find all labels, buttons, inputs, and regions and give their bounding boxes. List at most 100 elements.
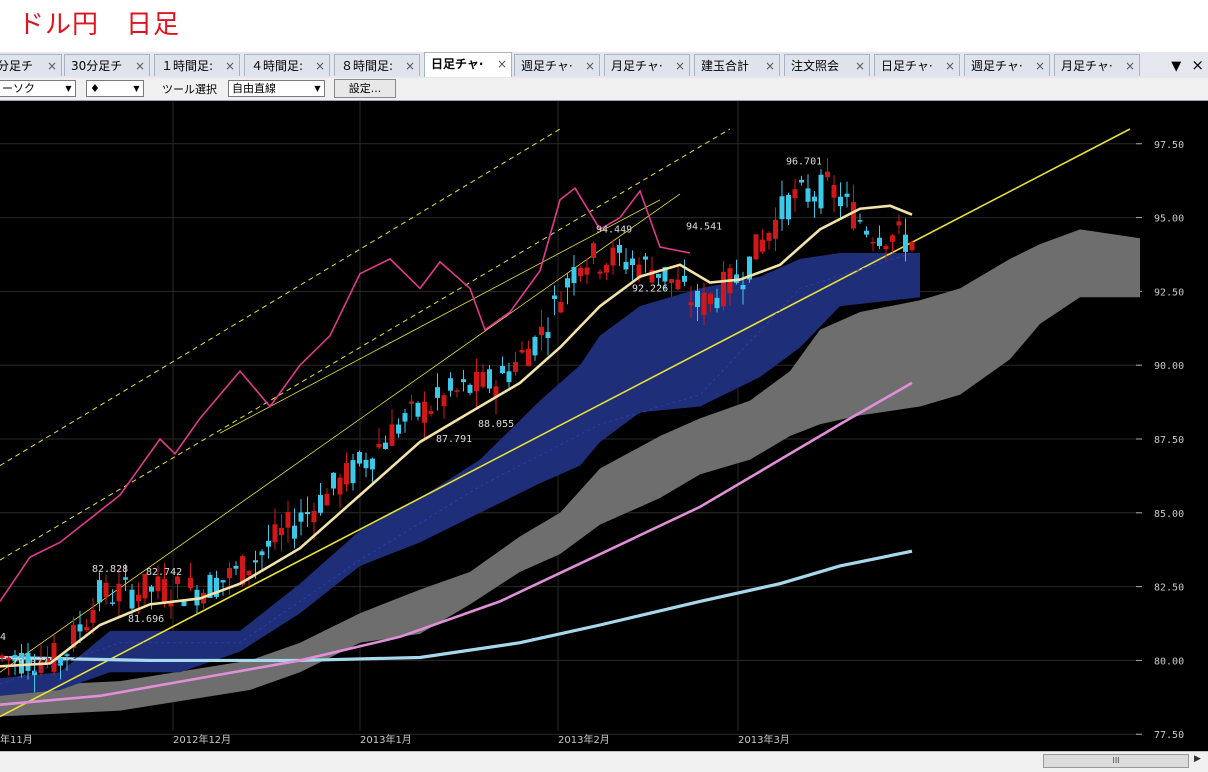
tab-label: 月足チャ· (1061, 59, 1113, 73)
candle-down (350, 460, 356, 484)
tab-close-icon[interactable]: × (1035, 55, 1045, 76)
candle-down (623, 261, 629, 270)
tab-chart-3[interactable]: ４時間足: × (244, 54, 330, 76)
price-annotation: 92.226 (632, 283, 668, 294)
candle-up (246, 570, 252, 575)
tab-chart-10[interactable]: 日足チャ· × (874, 54, 960, 76)
candle-up (766, 233, 772, 241)
tab-chart-4[interactable]: ８時間足: × (334, 54, 420, 76)
tab-close-icon[interactable]: × (765, 55, 775, 76)
tab-close-icon[interactable]: × (675, 55, 685, 76)
candle-down (714, 297, 720, 309)
chart-type-value: ーソク (2, 82, 35, 95)
scrollbar-thumb[interactable]: III (1043, 754, 1189, 768)
candle-down (298, 512, 304, 522)
drawing-tool-select[interactable]: 自由直線 ▼ (228, 80, 325, 97)
candle-up (591, 243, 596, 258)
tab-list-arrow-icon[interactable]: ▼ (1171, 59, 1181, 74)
candle-down (97, 580, 102, 603)
candle-up (909, 241, 915, 251)
horizontal-scrollbar[interactable]: III ▶ (0, 751, 1208, 772)
candle-up (753, 234, 759, 260)
tab-close-icon[interactable]: × (47, 55, 57, 76)
price-annotation: 82.828 (92, 564, 128, 575)
tab-label: １時間足: (161, 59, 214, 73)
y-tick-label: 95.00 (1154, 214, 1184, 225)
tab-chart-9[interactable]: 注文照会 × (784, 54, 870, 76)
candle-down (363, 459, 369, 469)
tab-chart-0[interactable]: 分足チ × (0, 54, 62, 76)
tab-close-icon[interactable]: × (497, 53, 507, 75)
candle-down (617, 245, 622, 253)
x-tick-label: 2012年12月 (173, 733, 231, 746)
tab-controls: ▼ × (1171, 56, 1204, 74)
candle-up (890, 235, 895, 242)
candle-down (532, 336, 538, 356)
chart-toolbar: ーソク ▼ ♦ ▼ ツール選択 自由直線 ▼ 設定... (0, 78, 1208, 101)
candle-down (64, 654, 70, 656)
candle-down (233, 565, 239, 569)
candle-style-select[interactable]: ♦ ▼ (86, 80, 144, 97)
tool-select-label: ツール選択 (162, 83, 217, 96)
tab-close-icon[interactable]: × (1125, 55, 1135, 76)
settings-button[interactable]: 設定... (334, 79, 396, 98)
candle-down (695, 290, 700, 307)
page-title: ドル円 日足 (18, 10, 181, 40)
candle-down (448, 378, 453, 391)
tab-close-icon[interactable]: × (225, 55, 235, 76)
y-tick-label: 92.50 (1154, 287, 1184, 298)
candle-up (136, 594, 141, 602)
candle-up (6, 657, 11, 660)
candle-up (870, 242, 876, 244)
candle-down (292, 525, 297, 539)
candle-down (305, 511, 310, 515)
tab-close-icon[interactable]: × (315, 55, 325, 76)
candle-down (571, 267, 577, 284)
candle-up (792, 189, 798, 199)
candle-up (0, 655, 5, 658)
price-annotation: 79.072 (12, 657, 48, 668)
tab-close-icon[interactable]: × (135, 55, 145, 76)
tab-chart-1[interactable]: 30分足チ × (64, 54, 150, 76)
candle-down (877, 237, 882, 247)
price-annotation: 94.541 (686, 221, 722, 232)
tab-chart-12[interactable]: 月足チャ· × (1054, 54, 1140, 76)
price-annotation: 82.742 (146, 567, 182, 578)
tab-close-icon[interactable]: × (405, 55, 415, 76)
tab-close-icon[interactable]: × (585, 55, 595, 76)
chart-tab-bar: 分足チ × 30分足チ × １時間足: × ４時間足: × ８時間足: × 日足チャ· × 週足チャ· ×… (0, 52, 1208, 79)
candle-down (864, 230, 869, 235)
candle-up (831, 184, 837, 198)
chart-canvas[interactable]: 97.50 95.00 92.50 90.00 87.50 85.00 82.50 80.00… (0, 101, 1208, 751)
candle-down (467, 384, 473, 393)
tab-close-icon[interactable]: × (945, 55, 955, 76)
tab-chart-11[interactable]: 週足チャ· × (964, 54, 1050, 76)
candlestick-chart[interactable]: 97.50 95.00 92.50 90.00 87.50 85.00 82.50 80.00… (0, 101, 1208, 751)
tab-chart-2[interactable]: １時間足: × (154, 54, 240, 76)
candle-down (552, 295, 557, 299)
tab-chart-7[interactable]: 月足チャ· × (604, 54, 690, 76)
candle-down (435, 387, 440, 398)
candle-up (584, 267, 590, 275)
x-tick-label: 2013年1月 (360, 733, 412, 746)
candle-down (786, 194, 791, 220)
window-close-icon[interactable]: × (1191, 56, 1204, 74)
tab-chart-6[interactable]: 週足チャ· × (514, 54, 600, 76)
candle-up (188, 577, 193, 589)
candle-down (396, 424, 401, 434)
scroll-right-arrow-icon[interactable]: ▶ (1194, 754, 1201, 764)
candle-down (812, 196, 817, 202)
candle-down (487, 369, 492, 389)
candle-up (285, 511, 291, 528)
tab-chart-5[interactable]: 日足チャ· × (424, 52, 512, 77)
candle-up (851, 202, 856, 229)
candle-up (773, 219, 778, 239)
candle-up (721, 271, 726, 307)
candle-up (324, 493, 330, 506)
chart-type-select[interactable]: ーソク ▼ (0, 80, 76, 97)
candle-down (461, 379, 466, 383)
candle-up (578, 267, 583, 277)
tab-label: 月足チャ· (611, 59, 663, 73)
tab-chart-8[interactable]: 建玉合計 × (694, 54, 780, 76)
tab-close-icon[interactable]: × (855, 55, 865, 76)
